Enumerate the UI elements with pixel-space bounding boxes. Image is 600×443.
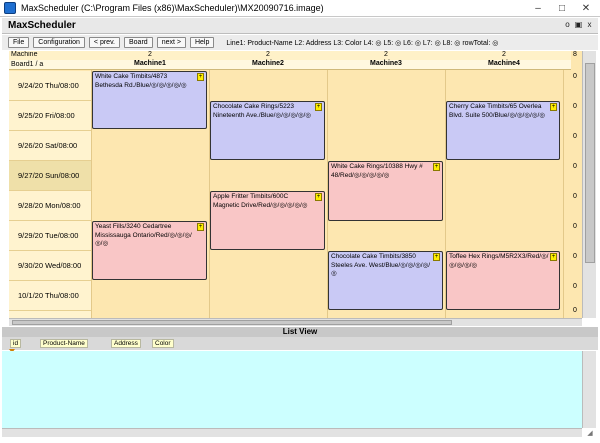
row-total: 0 (573, 73, 577, 80)
grid-vertical-scrollbar[interactable] (582, 51, 596, 318)
task-flag-icon[interactable]: + (433, 253, 440, 261)
row-total: 0 (573, 163, 577, 170)
column-header-product-name[interactable]: Product-Name (40, 339, 88, 348)
machine1-header[interactable]: Machine1 (91, 60, 209, 70)
machine3-count: 2 (384, 51, 388, 58)
total-count: 8 (573, 51, 577, 58)
task-flag-icon[interactable]: + (197, 73, 204, 81)
scheduler-grid: Machine 2 2 2 2 Board1 / a Machine1 Mach… (9, 51, 571, 318)
line-config-info: Line1: Product-Name L2: Address L3: Colo… (226, 39, 499, 47)
column-header-id[interactable]: id (10, 339, 22, 348)
machine4-count: 2 (502, 51, 506, 58)
resize-grip-icon[interactable]: ◢ (584, 429, 596, 439)
app-name: MaxScheduler (8, 20, 76, 31)
task-flag-icon[interactable]: + (315, 193, 322, 201)
column-header-color[interactable]: Color (152, 339, 174, 348)
task-flag-icon[interactable]: + (550, 253, 557, 261)
list-view-header: id Product-Name Address Color (2, 337, 598, 350)
date-row-header[interactable]: 9/28/20 Mon/08:00 (9, 191, 91, 221)
row-total: 0 (573, 193, 577, 200)
task-flag-icon[interactable]: + (433, 163, 440, 171)
grid-horizontal-scrollbar[interactable] (9, 318, 582, 326)
scrollbar-thumb[interactable] (585, 63, 595, 263)
task-label: Chocolate Cake Timbits/3850 Steeles Ave.… (331, 253, 431, 277)
next-button[interactable]: next > (156, 37, 186, 48)
task-flag-icon[interactable]: + (550, 103, 557, 111)
row-total: 0 (573, 253, 577, 260)
machine-label: Machine (11, 51, 38, 58)
machine3-header[interactable]: Machine3 (327, 60, 445, 70)
date-row-header[interactable]: 9/26/20 Sat/08:00 (9, 131, 91, 161)
task-label: Cherry Cake Timbits/65 Overlea Blvd. Sui… (449, 103, 545, 119)
window-titlebar: MaxScheduler (C:\Program Files (x86)\Max… (0, 0, 600, 17)
task-card[interactable]: Yeast Fills/3240 Cedartree Mississauga O… (92, 221, 207, 280)
task-card[interactable]: Chocolate Cake Rings/5223 Nineteenth Ave… (210, 101, 325, 160)
row-total: 0 (573, 283, 577, 290)
maximize-button[interactable]: □ (550, 1, 574, 15)
task-label: Yeast Fills/3240 Cedartree Mississauga O… (95, 223, 192, 247)
file-button[interactable]: File (8, 37, 30, 48)
scrollbar-thumb[interactable] (12, 320, 452, 325)
list-horizontal-scrollbar[interactable] (2, 428, 582, 437)
task-card[interactable]: White Cake Timbits/4873 Bethesda Rd./Blu… (92, 71, 207, 129)
toolbar: File Configuration < prev. Board next > … (2, 35, 598, 50)
task-label: Toffee Hex Rings/M5R2X3/Red/◎/◎/◎/◎/◎ (449, 253, 549, 269)
list-vertical-scrollbar[interactable] (582, 351, 596, 428)
help-button[interactable]: Help (189, 37, 215, 48)
task-card[interactable]: Chocolate Cake Timbits/3850 Steeles Ave.… (328, 251, 443, 310)
app-header: MaxScheduler o ▣ x (2, 18, 598, 34)
date-row-header[interactable]: 9/25/20 Fri/08:00 (9, 101, 91, 131)
board-button[interactable]: Board (124, 37, 153, 48)
task-label: White Cake Rings/10388 Hwy # 48/Red/◎/◎/… (331, 163, 423, 179)
task-card[interactable]: Toffee Hex Rings/M5R2X3/Red/◎/◎/◎/◎/◎ + (446, 251, 560, 310)
date-row-header (9, 311, 91, 318)
board-label: Board1 / a (11, 61, 44, 68)
task-label: White Cake Timbits/4873 Bethesda Rd./Blu… (95, 73, 187, 89)
prev-button[interactable]: < prev. (88, 37, 120, 48)
window-title: MaxScheduler (C:\Program Files (x86)\Max… (21, 3, 324, 13)
row-total: 0 (573, 307, 577, 314)
row-total: 0 (573, 223, 577, 230)
row-totals-column: 8 0 0 0 0 0 0 0 0 0 (571, 51, 582, 318)
minimize-button[interactable]: – (526, 1, 550, 15)
row-total: 0 (573, 133, 577, 140)
close-button[interactable]: ✕ (574, 1, 598, 15)
list-view-title: List View (2, 327, 598, 337)
restore-icon[interactable]: ▣ (574, 20, 583, 30)
machine1-count: 2 (148, 51, 152, 58)
task-label: Apple Fritter Timbits/600C Magnetic Driv… (213, 193, 308, 209)
app-logo-icon (4, 2, 16, 14)
task-label: Chocolate Cake Rings/5223 Nineteenth Ave… (213, 103, 311, 119)
date-row-header[interactable]: 9/27/20 Sun/08:00 (9, 161, 91, 191)
date-row-header[interactable]: 9/30/20 Wed/08:00 (9, 251, 91, 281)
row-total: 0 (573, 103, 577, 110)
date-row-header[interactable]: 9/29/20 Tue/08:00 (9, 221, 91, 251)
date-row-header[interactable]: 10/1/20 Thu/08:00 (9, 281, 91, 311)
machine2-header[interactable]: Machine2 (209, 60, 327, 70)
task-flag-icon[interactable]: + (315, 103, 322, 111)
date-row-header[interactable]: 9/24/20 Thu/08:00 (9, 71, 91, 101)
task-card[interactable]: White Cake Rings/10388 Hwy # 48/Red/◎/◎/… (328, 161, 443, 221)
task-card[interactable]: Cherry Cake Timbits/65 Overlea Blvd. Sui… (446, 101, 560, 160)
configuration-button[interactable]: Configuration (33, 37, 85, 48)
machine2-count: 2 (266, 51, 270, 58)
machine4-header[interactable]: Machine4 (445, 60, 563, 70)
list-view-body[interactable] (2, 351, 582, 428)
close-icon[interactable]: x (585, 20, 594, 30)
collapse-icon[interactable]: o (563, 20, 572, 30)
task-flag-icon[interactable]: + (197, 223, 204, 231)
task-card[interactable]: Apple Fritter Timbits/600C Magnetic Driv… (210, 191, 325, 250)
column-header-address[interactable]: Address (111, 339, 141, 348)
column-divider (563, 70, 564, 318)
